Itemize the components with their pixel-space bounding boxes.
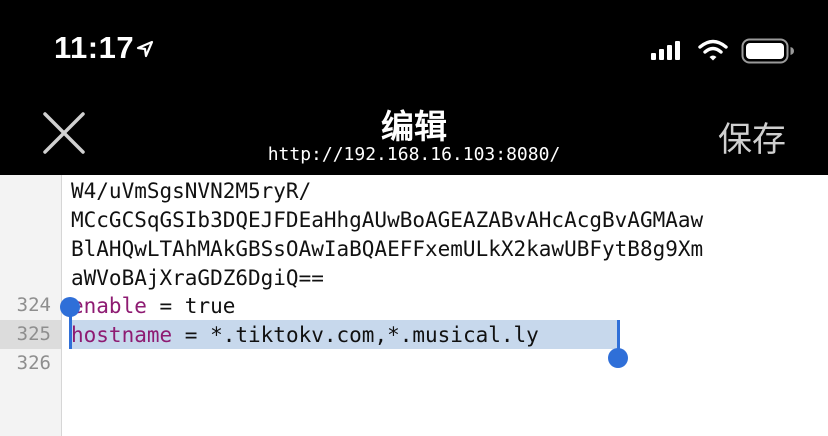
config-value: *.tiktokv.com,*.musical.ly xyxy=(210,323,539,347)
line-number: 325 xyxy=(16,323,51,345)
code-line-wrapped: MCcGCSqGSIb3DQEJFDEaHhgAUwBoAGEAZABvAHcA… xyxy=(71,208,704,232)
wifi-icon xyxy=(698,39,728,61)
save-button[interactable]: 保存 xyxy=(718,112,786,161)
operator: = xyxy=(146,294,185,318)
page-subtitle-url: http://192.168.16.103:8080/ xyxy=(267,144,561,165)
code-editor[interactable]: 324 325 326 W4/uVmSgsNVN2M5ryR/ MCcGCSqG… xyxy=(0,175,828,436)
operator: = xyxy=(172,323,211,347)
code-line-325: hostname = *.tiktokv.com,*.musical.ly xyxy=(71,321,539,350)
battery-icon xyxy=(741,38,794,64)
code-line-wrapped: aWVoBAjXraGDZ6DgiQ== xyxy=(71,266,324,290)
top-bar: 11:17 编辑 http://192.168.16.103:8080/ 保存 xyxy=(0,0,828,175)
code-line-wrapped: BlAHQwLTAhMAkGBSsOAwIaBQAEFFxemULkX2kawU… xyxy=(71,237,704,261)
cellular-signal-icon xyxy=(651,41,680,60)
line-number-gutter: 324 325 326 xyxy=(0,175,62,436)
config-key: hostname xyxy=(71,323,173,347)
config-key: enable xyxy=(71,294,147,318)
location-arrow-icon xyxy=(136,40,154,58)
selection-start-handle[interactable] xyxy=(60,297,80,317)
page-title: 编辑 xyxy=(381,107,447,146)
line-number: 326 xyxy=(16,352,51,374)
code-line-324: enable = true xyxy=(71,292,235,321)
config-value: true xyxy=(184,294,236,318)
selection-start-caret xyxy=(69,316,72,349)
status-time: 11:17 xyxy=(54,30,135,65)
selection-end-handle[interactable] xyxy=(608,348,628,368)
line-number: 324 xyxy=(16,294,51,316)
code-line-wrapped: W4/uVmSgsNVN2M5ryR/ xyxy=(71,179,312,203)
